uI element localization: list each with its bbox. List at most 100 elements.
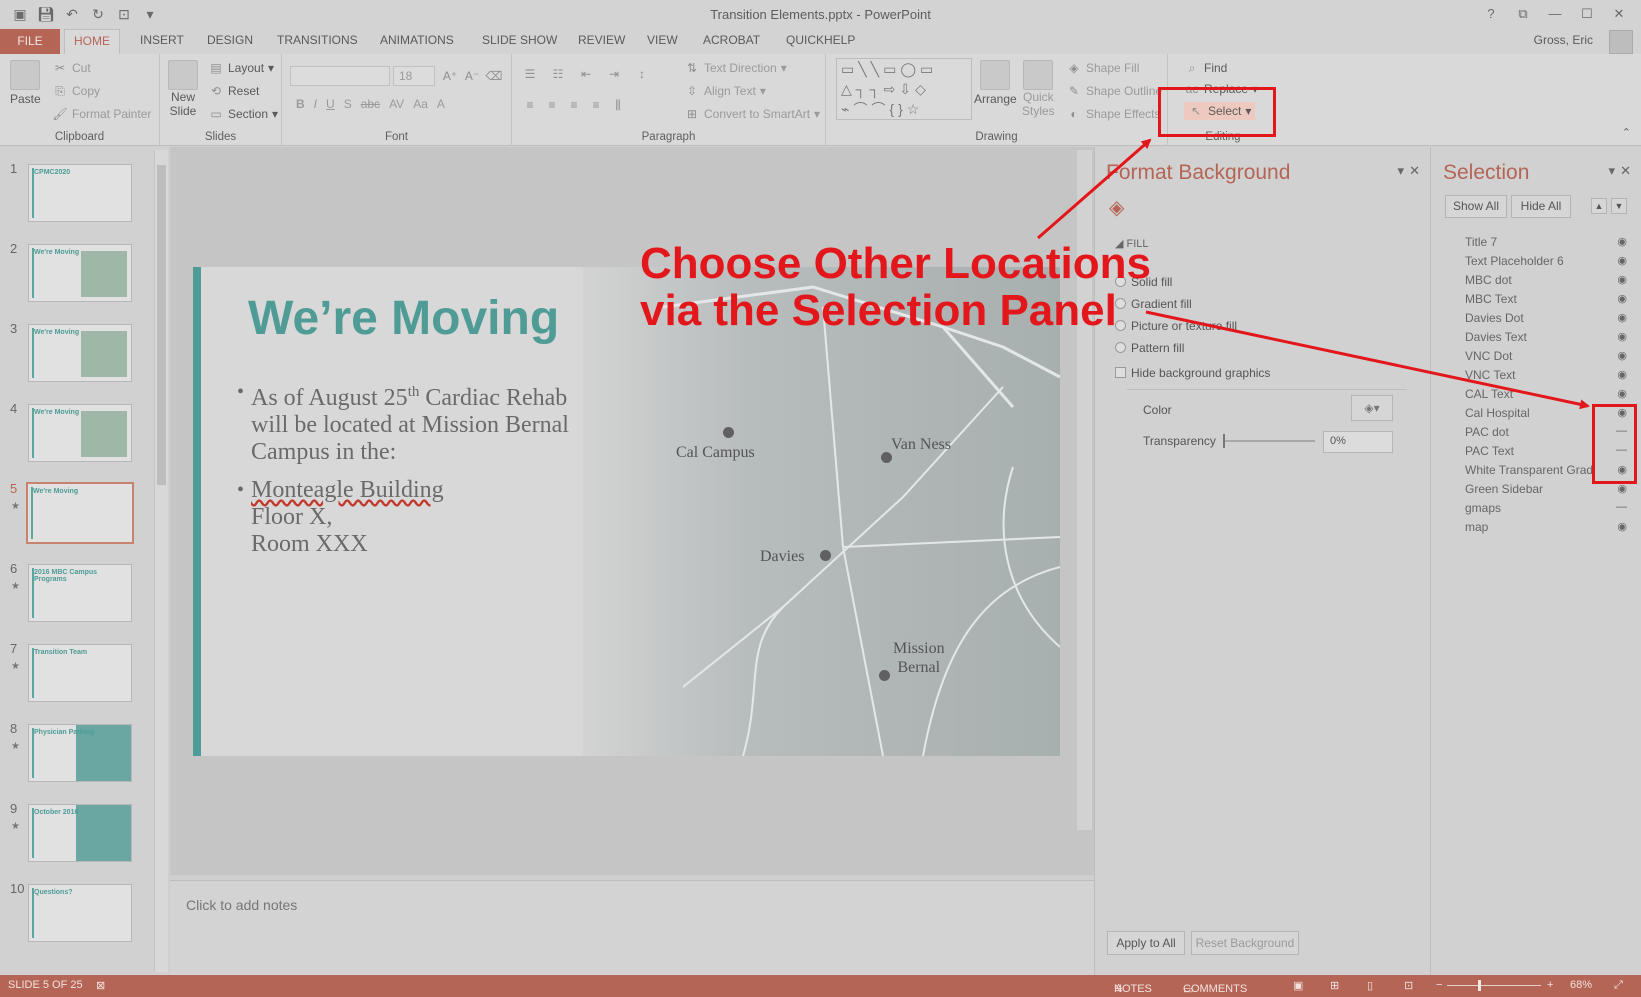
- mission-bernal-dot[interactable]: [879, 670, 890, 681]
- slide-thumbnail[interactable]: October 2016: [28, 804, 132, 862]
- tab-transitions[interactable]: TRANSITIONS: [277, 33, 358, 47]
- char-spacing-button[interactable]: AV: [389, 97, 404, 111]
- avatar[interactable]: [1609, 30, 1633, 54]
- copy-button[interactable]: ⎘ Copy: [52, 83, 100, 99]
- tab-review[interactable]: REVIEW: [578, 33, 625, 47]
- clear-formatting-button[interactable]: ⌫: [486, 68, 503, 84]
- selection-item[interactable]: Green Sidebar ◉: [1465, 482, 1635, 500]
- line-spacing-icon[interactable]: ↕: [634, 66, 650, 82]
- font-color-button[interactable]: A: [437, 97, 445, 111]
- eye-icon[interactable]: ◉: [1617, 273, 1627, 286]
- slider-handle[interactable]: [1223, 434, 1225, 448]
- scrollbar-thumb[interactable]: [157, 165, 166, 485]
- decrease-indent-icon[interactable]: ⇤: [578, 66, 594, 82]
- tab-insert[interactable]: INSERT: [140, 33, 184, 47]
- underline-button[interactable]: U: [326, 97, 335, 111]
- eye-icon[interactable]: ◉: [1617, 254, 1627, 267]
- bold-button[interactable]: B: [296, 97, 305, 111]
- text-direction-button[interactable]: ⇅ Text Direction ▾: [684, 60, 787, 76]
- section-button[interactable]: ▭ Section ▾: [208, 106, 278, 122]
- font-name-field[interactable]: [290, 66, 390, 86]
- van-ness-label[interactable]: Van Ness: [891, 435, 951, 454]
- transparency-input[interactable]: 0%: [1323, 431, 1393, 453]
- shape-outline-button[interactable]: ✎ Shape Outline: [1066, 83, 1162, 99]
- cal-campus-label[interactable]: Cal Campus: [676, 443, 755, 462]
- slide-sorter-icon[interactable]: ⊞: [1330, 979, 1339, 992]
- bullets-icon[interactable]: ☰: [522, 66, 538, 82]
- tab-home[interactable]: HOME: [64, 29, 120, 55]
- slide-thumbnail[interactable]: Transition Team: [28, 644, 132, 702]
- notes-pane[interactable]: Click to add notes: [170, 880, 1094, 975]
- close-pane-icon[interactable]: ✕: [1620, 163, 1631, 179]
- davies-label[interactable]: Davies: [760, 547, 804, 566]
- davies-dot[interactable]: [820, 550, 831, 561]
- slide-thumbnail[interactable]: We're Moving: [28, 324, 132, 382]
- selection-item[interactable]: Davies Text ◉: [1465, 330, 1635, 348]
- green-sidebar[interactable]: [193, 267, 201, 756]
- user-name[interactable]: Gross, Eric: [1534, 33, 1593, 47]
- slide-thumbnail[interactable]: We're Moving: [26, 482, 134, 544]
- mission-bernal-label[interactable]: Mission Bernal: [893, 639, 945, 677]
- columns-icon[interactable]: ⫼: [610, 97, 626, 113]
- selection-item[interactable]: Text Placeholder 6 ◉: [1465, 254, 1635, 272]
- eye-icon[interactable]: ◉: [1617, 330, 1627, 343]
- eye-icon[interactable]: ◉: [1617, 235, 1627, 248]
- eye-icon[interactable]: ◉: [1617, 387, 1627, 400]
- tab-view[interactable]: VIEW: [647, 33, 678, 47]
- justify-icon[interactable]: ≡: [588, 97, 604, 113]
- hide-graphics-checkbox[interactable]: [1115, 367, 1126, 378]
- close-pane-icon[interactable]: ✕: [1409, 163, 1420, 179]
- convert-smartart-button[interactable]: ⊞ Convert to SmartArt ▾: [684, 106, 820, 122]
- zoom-slider[interactable]: [1447, 985, 1541, 986]
- hidden-eye-icon[interactable]: —: [1616, 501, 1627, 513]
- grow-font-button[interactable]: A⁺: [442, 68, 458, 84]
- quick-styles-button[interactable]: Quick Styles: [1022, 60, 1055, 118]
- fit-slide-icon[interactable]: ⤢: [1614, 979, 1623, 992]
- zoom-in-icon[interactable]: +: [1547, 979, 1553, 991]
- align-center-icon[interactable]: ≡: [544, 97, 560, 113]
- selection-item[interactable]: Title 7 ◉: [1465, 235, 1635, 253]
- cal-campus-dot[interactable]: [723, 427, 734, 438]
- pane-options-icon[interactable]: ▾: [1397, 163, 1404, 179]
- selection-item[interactable]: gmaps —: [1465, 501, 1635, 519]
- minimize-button[interactable]: —: [1541, 4, 1569, 24]
- paste-button[interactable]: Paste: [10, 60, 41, 106]
- shapes-gallery[interactable]: ▭╲╲▭◯▭ △┐┐⇨⇩◇ ⌁⌒⌒{}☆: [836, 58, 972, 120]
- show-all-button[interactable]: Show All: [1445, 195, 1507, 218]
- arrange-button[interactable]: Arrange: [974, 60, 1017, 106]
- fill-category-icon[interactable]: ◈: [1109, 195, 1124, 220]
- align-left-icon[interactable]: ≡: [522, 97, 538, 113]
- zoom-out-icon[interactable]: −: [1436, 979, 1442, 991]
- transparency-slider[interactable]: [1223, 434, 1315, 448]
- color-picker-button[interactable]: ◈▾: [1351, 395, 1393, 421]
- cut-button[interactable]: ✂ Cut: [52, 60, 91, 76]
- pane-options-icon[interactable]: ▾: [1608, 163, 1615, 179]
- slide-thumbnail[interactable]: Physician Parking: [28, 724, 132, 782]
- slide-thumbnail[interactable]: We're Moving: [28, 244, 132, 302]
- find-button[interactable]: ⌕ Find: [1184, 60, 1228, 76]
- tab-slide-show[interactable]: SLIDE SHOW: [482, 33, 557, 47]
- reading-view-icon[interactable]: ▯: [1367, 979, 1373, 992]
- align-text-button[interactable]: ⇳ Align Text ▾: [684, 83, 766, 99]
- selection-item[interactable]: MBC Text ◉: [1465, 292, 1635, 310]
- italic-button[interactable]: I: [314, 97, 317, 111]
- selection-item[interactable]: map ◉: [1465, 520, 1635, 538]
- bullet-1[interactable]: • As of August 25th Cardiac Rehab will b…: [237, 379, 569, 466]
- bullet-2[interactable]: • Monteagle Building Floor X, Room XXX: [237, 477, 444, 558]
- align-right-icon[interactable]: ≡: [566, 97, 582, 113]
- slide-title[interactable]: We’re Moving: [248, 291, 559, 346]
- tab-file[interactable]: FILE: [0, 29, 60, 54]
- shadow-button[interactable]: S: [344, 97, 352, 111]
- slideshow-view-icon[interactable]: ⊡: [1404, 979, 1413, 992]
- format-painter-button[interactable]: 🖌︎ Format Painter: [52, 106, 151, 122]
- tab-design[interactable]: DESIGN: [207, 33, 253, 47]
- help-button[interactable]: ?: [1477, 4, 1505, 24]
- collapse-ribbon-icon[interactable]: ⌃: [1622, 126, 1631, 139]
- apply-to-all-button[interactable]: Apply to All: [1107, 931, 1185, 955]
- shrink-font-button[interactable]: A⁻: [464, 68, 480, 84]
- normal-view-icon[interactable]: ▣: [1293, 979, 1303, 992]
- zoom-level[interactable]: 68%: [1570, 979, 1592, 991]
- eye-icon[interactable]: ◉: [1617, 520, 1627, 533]
- selection-item[interactable]: CAL Text ◉: [1465, 387, 1635, 405]
- eye-icon[interactable]: ◉: [1617, 292, 1627, 305]
